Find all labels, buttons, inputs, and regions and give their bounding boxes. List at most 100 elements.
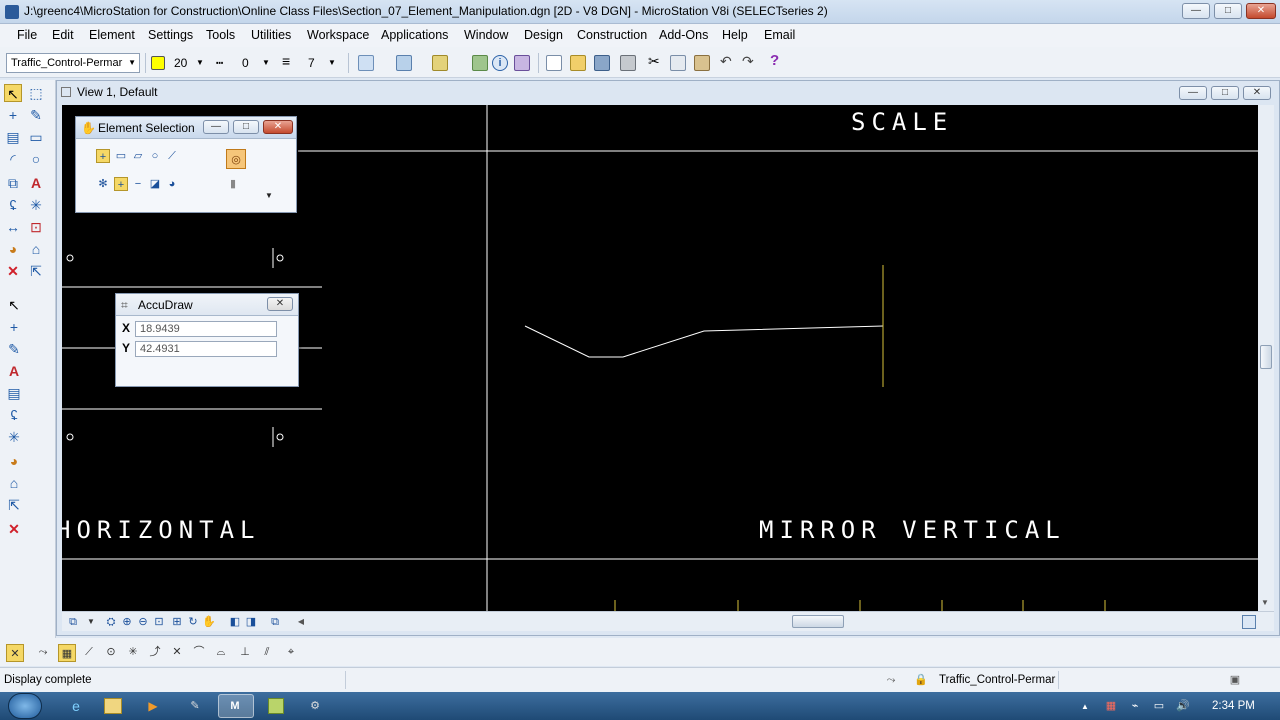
open-folder-icon[interactable]: [570, 55, 586, 71]
task-tag-icon[interactable]: ⌂: [5, 474, 23, 492]
text-icon[interactable]: A: [27, 174, 45, 192]
snap-tangent-point-icon[interactable]: ⌓: [214, 645, 228, 659]
task-text-icon[interactable]: A: [5, 362, 23, 380]
task-palette-icon[interactable]: ◕: [5, 452, 23, 470]
view-previous-icon[interactable]: ◧: [228, 615, 242, 629]
tag-icon[interactable]: ⌂: [27, 240, 45, 258]
close-button[interactable]: ✕: [1246, 3, 1276, 19]
snap-intersection-icon[interactable]: ✕: [170, 645, 184, 659]
fit-view-icon[interactable]: ⊞: [170, 615, 184, 629]
volume-icon[interactable]: 🔊: [1176, 699, 1190, 713]
task-delete-icon[interactable]: ✕: [5, 520, 23, 538]
scroll-left-icon[interactable]: ◀: [294, 615, 308, 629]
fence-icon[interactable]: ⬚: [27, 84, 45, 102]
menu-applications[interactable]: Applications: [381, 28, 448, 42]
paint-icon[interactable]: ✎: [188, 699, 202, 713]
manipulate-icon[interactable]: ✎: [27, 106, 45, 124]
internet-explorer-icon[interactable]: e: [68, 699, 84, 715]
x-coordinate-field[interactable]: 18.9439: [135, 321, 277, 337]
level-combo[interactable]: Traffic_Control-Permar ▼: [6, 53, 140, 73]
new-mode-icon[interactable]: ✻: [96, 177, 110, 191]
task-scale-icon[interactable]: ⇱: [5, 496, 23, 514]
element-selection-tool-icon[interactable]: ↖: [4, 84, 22, 102]
vertical-scroll-thumb[interactable]: [1260, 345, 1272, 369]
copy-view-icon[interactable]: ⧉: [268, 615, 282, 629]
dimension-icon[interactable]: ↔: [4, 218, 22, 236]
redo-icon[interactable]: ↷: [742, 53, 754, 70]
menu-workspace[interactable]: Workspace: [307, 28, 369, 42]
raster-manager-icon[interactable]: [514, 55, 530, 71]
menu-element[interactable]: Element: [89, 28, 135, 42]
arc-icon[interactable]: ◜: [4, 150, 22, 168]
task-linear-icon[interactable]: ʢ: [5, 406, 23, 424]
task-measure-icon[interactable]: ▤: [5, 384, 23, 402]
accudraw-titlebar[interactable]: ⌗ AccuDraw ✕: [116, 294, 298, 316]
pattern-icon[interactable]: ✳: [27, 196, 45, 214]
power-icon[interactable]: ⌁: [1128, 699, 1142, 713]
polygon-icon[interactable]: ▭: [27, 128, 45, 146]
line-method-icon[interactable]: ⟋: [165, 149, 179, 163]
view-close-button[interactable]: ✕: [1243, 86, 1271, 100]
menu-edit[interactable]: Edit: [52, 28, 74, 42]
delete-icon[interactable]: ✕: [4, 262, 22, 280]
view-resize-icon[interactable]: [1242, 615, 1256, 629]
menu-construction[interactable]: Construction: [577, 28, 647, 42]
lock-icon[interactable]: 🔒: [914, 673, 928, 687]
save-icon[interactable]: [594, 55, 610, 71]
new-file-icon[interactable]: [546, 55, 562, 71]
undo-icon[interactable]: ↶: [720, 53, 732, 70]
view-next-icon[interactable]: ◨: [244, 615, 258, 629]
snap-perpendicular-icon[interactable]: ⊥: [238, 645, 252, 659]
snap-tangent-icon[interactable]: ⌒: [192, 645, 206, 659]
show-hidden-icons[interactable]: ▲: [1078, 700, 1092, 714]
menu-window[interactable]: Window: [464, 28, 508, 42]
menu-utilities[interactable]: Utilities: [251, 28, 291, 42]
task-manipulate-icon[interactable]: ✎: [5, 340, 23, 358]
circle-method-icon[interactable]: ○: [148, 149, 162, 163]
active-level-field[interactable]: Traffic_Control-Permar: [939, 674, 1055, 686]
clock[interactable]: 2:34 PM: [1212, 700, 1255, 712]
cell-icon[interactable]: ⧉: [4, 174, 22, 192]
tool-app-icon[interactable]: ⚙: [308, 699, 322, 713]
measure-icon[interactable]: ▤: [4, 128, 22, 146]
paste-icon[interactable]: [694, 55, 710, 71]
minimize-button[interactable]: —: [1182, 3, 1210, 19]
block-method-icon[interactable]: ▭: [114, 149, 128, 163]
menu-help[interactable]: Help: [722, 28, 748, 42]
references-icon[interactable]: [472, 55, 488, 71]
menu-file[interactable]: File: [17, 28, 37, 42]
menu-settings[interactable]: Settings: [148, 28, 193, 42]
levels-icon[interactable]: [432, 55, 448, 71]
window-area-icon[interactable]: ⊡: [152, 615, 166, 629]
network-icon[interactable]: ▦: [1104, 699, 1118, 713]
snap-mode-icon[interactable]: ⤳: [884, 673, 898, 687]
info-icon[interactable]: i: [492, 55, 508, 71]
select-all-icon[interactable]: ◎: [226, 149, 246, 169]
element-selection-close-button[interactable]: ✕: [263, 120, 293, 134]
subtract-mode-icon[interactable]: −: [131, 177, 145, 191]
individual-method-icon[interactable]: +: [96, 149, 110, 163]
palette-icon[interactable]: ◕: [4, 240, 22, 258]
chevron-down-icon[interactable]: ▼: [262, 189, 276, 203]
chevron-down-icon[interactable]: ▼: [196, 58, 204, 67]
scroll-down-icon[interactable]: ▼: [1261, 598, 1269, 607]
help-icon[interactable]: ?: [770, 52, 779, 69]
menu-tools[interactable]: Tools: [206, 28, 235, 42]
microstation-app-icon[interactable]: [5, 5, 19, 19]
point-icon[interactable]: +: [4, 106, 22, 124]
linear-icon[interactable]: ʢ: [4, 196, 22, 214]
app-icon[interactable]: [268, 698, 284, 714]
menu-email[interactable]: Email: [764, 28, 795, 42]
vertical-scrollbar[interactable]: ▼: [1258, 105, 1274, 611]
horizontal-scroll-thumb[interactable]: [792, 615, 844, 628]
print-icon[interactable]: [620, 55, 636, 71]
start-button[interactable]: [8, 693, 42, 719]
snap-through-point-icon[interactable]: ⌖: [284, 645, 298, 659]
update-view-icon[interactable]: ⛭: [104, 615, 118, 629]
snap-midpoint-icon[interactable]: ⟋: [82, 645, 96, 659]
style-value[interactable]: 0: [242, 56, 249, 70]
snap-bisector-icon[interactable]: ⤴: [148, 645, 162, 659]
snap-parallel-icon[interactable]: ⫽: [260, 645, 274, 659]
snap-keypoint-active-icon[interactable]: ▦: [58, 644, 76, 662]
element-selection-restore-button[interactable]: □: [233, 120, 259, 134]
